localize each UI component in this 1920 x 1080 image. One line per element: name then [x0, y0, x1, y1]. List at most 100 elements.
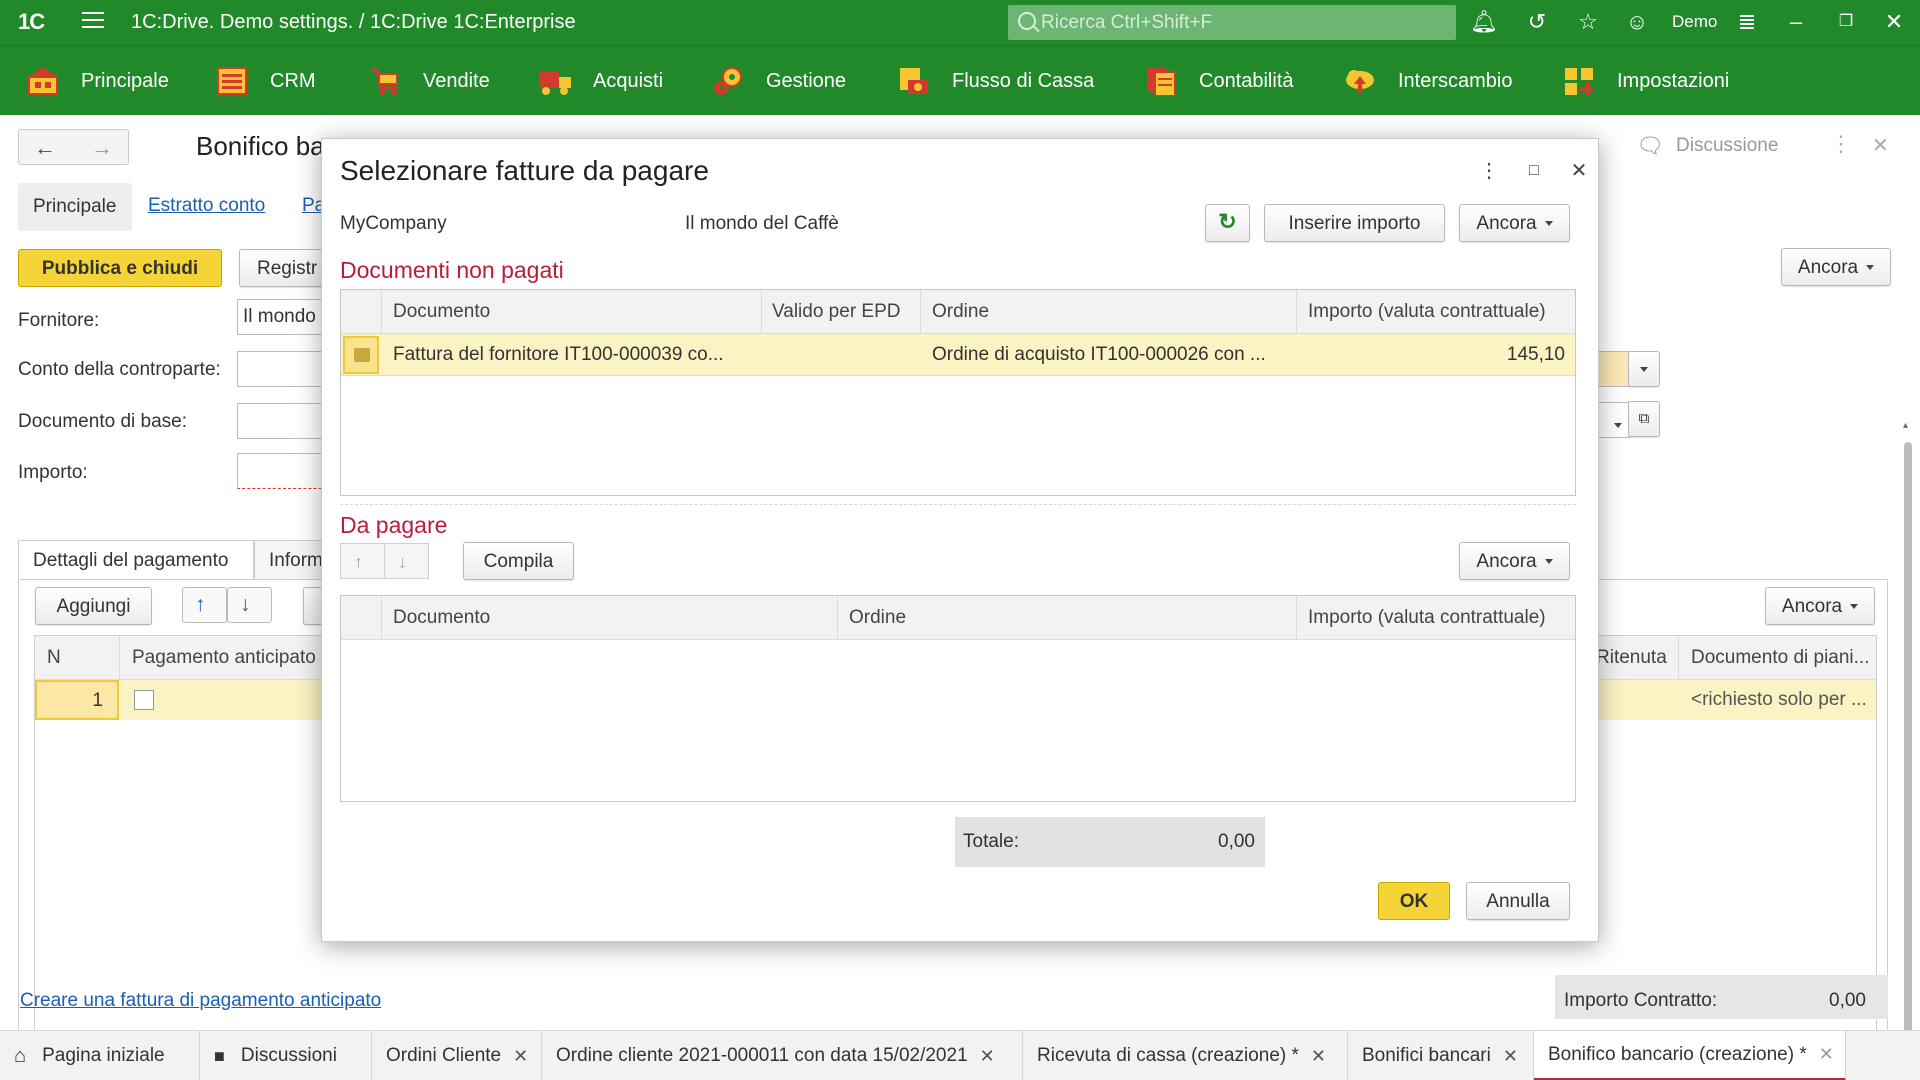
totale-box: Totale: 0,00 [955, 817, 1265, 867]
bottom-tab-bonifici[interactable]: Bonifici bancari ✕ [1348, 1031, 1534, 1080]
tab-principale[interactable]: Principale [18, 183, 132, 231]
arrow-up-icon: ↑ [354, 552, 363, 572]
dialog-more-icon[interactable]: ⋮ [1475, 157, 1503, 185]
open-windows-bar: ⌂ Pagina iniziale ■ Discussioni Ordini C… [0, 1030, 1920, 1080]
discussione-link[interactable]: Discussione [1676, 135, 1778, 157]
top-bar: 1С 1C:Drive. Demo settings. / 1C:Drive 1… [0, 0, 1920, 45]
search-icon [1018, 12, 1036, 30]
unpaid-documents-grid: Documento Valido per EPD Ordine Importo … [340, 289, 1576, 496]
bottom-tab-ricevuta[interactable]: Ricevuta di cassa (creazione) * ✕ [1023, 1031, 1348, 1080]
bottom-tab-bonifico-active[interactable]: Bonifico bancario (creazione) * ✕ [1534, 1031, 1846, 1080]
unpaid-section-title: Documenti non pagati [340, 257, 564, 283]
close-tab-icon[interactable]: ✕ [980, 1046, 995, 1067]
right-field-highlight[interactable] [1595, 351, 1630, 387]
star-icon[interactable]: ☆ [1574, 8, 1602, 36]
col-ordine: Ordine [932, 301, 990, 322]
publish-close-button[interactable]: Pubblica e chiudi [18, 249, 222, 287]
topay-documents-grid: Documento Ordine Importo (valuta contrat… [340, 595, 1576, 802]
scroll-up-icon[interactable]: ▴ [1903, 420, 1908, 431]
ok-button[interactable]: OK [1378, 882, 1450, 920]
aggiungi-button[interactable]: Aggiungi [35, 587, 152, 625]
dialog-ancora-button[interactable]: Ancora [1459, 204, 1570, 242]
app-logo[interactable]: 1С [18, 9, 45, 35]
section-principale[interactable]: Principale [27, 46, 169, 116]
tab-estratto-conto[interactable]: Estratto conto [148, 195, 265, 217]
tab-inform[interactable]: Inform [254, 540, 324, 580]
section-gestione[interactable]: Gestione [712, 46, 846, 116]
form-more-icon[interactable]: ⋮ [1830, 131, 1852, 157]
section-crm[interactable]: CRM [216, 46, 316, 116]
move-up-button[interactable]: ↑ [340, 543, 385, 579]
topay-ancora-button[interactable]: Ancora [1459, 542, 1570, 580]
section-impostazioni[interactable]: Impostazioni [1563, 46, 1729, 116]
importo-contratto-value: 0,00 [1829, 990, 1866, 1011]
section-vendite[interactable]: Vendite [369, 46, 490, 116]
search-input[interactable]: Ricerca Ctrl+Shift+F [1008, 5, 1456, 40]
section-contabilita[interactable]: Contabilità [1145, 46, 1294, 116]
bell-icon[interactable]: 🔔︎ [1470, 8, 1498, 36]
topay-section-title: Da pagare [340, 512, 448, 538]
counterparty-name: Il mondo del Caffè [685, 213, 839, 234]
user-name[interactable]: Demo [1672, 12, 1717, 32]
close-tab-icon[interactable]: ✕ [1311, 1046, 1326, 1067]
menu-filter-icon[interactable]: ≣ [1733, 8, 1761, 36]
dialog-maximize-icon[interactable]: □ [1520, 157, 1548, 185]
unpaid-grid-header: Documento Valido per EPD Ordine Importo … [341, 290, 1575, 334]
back-arrow-icon[interactable]: ← [19, 135, 71, 161]
restore-icon[interactable]: ❐ [1832, 8, 1860, 36]
close-tab-icon[interactable]: ✕ [1503, 1046, 1518, 1067]
compila-button[interactable]: Compila [463, 542, 574, 580]
tab-dettagli-pagamento[interactable]: Dettagli del pagamento [18, 540, 254, 580]
move-down-button[interactable]: ↓ [384, 543, 429, 579]
arrow-up-icon: ↑ [195, 593, 206, 616]
grid-ancora-button[interactable]: Ancora [1765, 587, 1875, 625]
move-up-button[interactable]: ↑ [182, 587, 227, 623]
chevron-down-icon [1866, 265, 1875, 271]
create-advance-invoice-link[interactable]: Creare una fattura di pagamento anticipa… [20, 990, 381, 1012]
dropdown-button[interactable] [1628, 351, 1660, 387]
arrow-down-icon: ↓ [398, 552, 407, 572]
section-acquisti[interactable]: Acquisti [539, 46, 663, 116]
user-icon[interactable]: ☺ [1623, 8, 1651, 36]
chevron-down-icon [1544, 559, 1553, 565]
section-interscambio[interactable]: Interscambio [1344, 46, 1513, 116]
fornitore-label: Fornitore: [18, 310, 100, 331]
dialog-close-icon[interactable]: ✕ [1565, 157, 1593, 185]
form-close-icon[interactable]: ✕ [1872, 133, 1889, 158]
col-documento: Documento [393, 607, 491, 628]
section-flusso[interactable]: Flusso di Cassa [898, 46, 1094, 116]
main-menu-icon[interactable] [82, 12, 104, 30]
history-icon[interactable]: ↺ [1523, 8, 1551, 36]
dialog-title: Selezionare fatture da pagare [340, 155, 709, 186]
move-down-button[interactable]: ↓ [227, 587, 272, 623]
annulla-button[interactable]: Annulla [1466, 882, 1570, 920]
open-link-icon[interactable]: ⧉ [1628, 401, 1660, 437]
table-row[interactable]: Fattura del fornitore IT100-000039 co...… [341, 334, 1575, 376]
bottom-tab-discussioni[interactable]: ■ Discussioni [200, 1031, 372, 1080]
discussion-icon[interactable]: 🗨︎ [1636, 133, 1664, 159]
col-importo: Importo (valuta contrattuale) [1308, 607, 1546, 628]
scroll-thumb[interactable] [1904, 442, 1912, 1080]
vertical-scrollbar[interactable]: ▴ ▾ [1897, 420, 1920, 1080]
close-tab-icon[interactable]: ✕ [1819, 1044, 1834, 1065]
toolbar-button-partial[interactable] [303, 587, 323, 625]
form-ancora-button[interactable]: Ancora [1781, 248, 1891, 286]
col-valido-epd: Valido per EPD [772, 301, 901, 322]
select-invoices-dialog: Selezionare fatture da pagare ⋮ □ ✕ MyCo… [321, 138, 1599, 942]
forward-arrow-icon[interactable]: → [76, 135, 128, 161]
row-number: 1 [35, 680, 119, 720]
inserire-importo-button[interactable]: Inserire importo [1264, 204, 1445, 242]
bottom-tab-ordine-cliente[interactable]: Ordine cliente 2021-000011 con data 15/0… [542, 1031, 1023, 1080]
cash-section-icon [898, 66, 930, 96]
close-icon[interactable]: ✕ [1880, 8, 1908, 36]
register-button[interactable]: Registr [239, 249, 329, 287]
close-tab-icon[interactable]: ✕ [513, 1046, 528, 1067]
totale-label: Totale: [963, 831, 1019, 852]
minimize-icon[interactable]: – [1782, 8, 1810, 36]
refresh-button[interactable]: ↻ [1205, 204, 1250, 242]
pagamento-checkbox[interactable] [134, 690, 154, 710]
bottom-tab-ordini-cliente[interactable]: Ordini Cliente ✕ [372, 1031, 542, 1080]
bottom-tab-home[interactable]: ⌂ Pagina iniziale [0, 1031, 200, 1080]
settings-section-icon [1563, 66, 1595, 96]
chevron-down-icon[interactable] [1606, 415, 1622, 437]
